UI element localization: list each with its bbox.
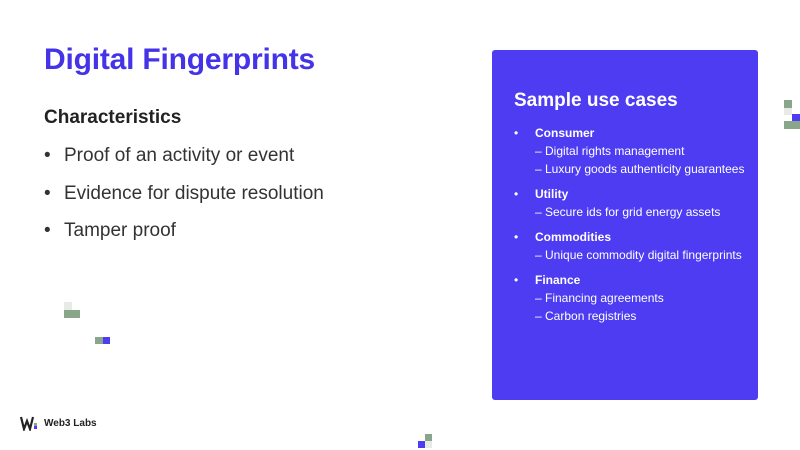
- use-case-detail: – Digital rights management: [535, 144, 685, 158]
- use-case-finance: Finance – Financing agreements – Carbon …: [514, 271, 750, 325]
- use-case-name: Finance: [535, 273, 581, 287]
- use-case-detail: – Carbon registries: [535, 309, 637, 323]
- use-case-name: Commodities: [535, 230, 612, 244]
- slide-title: Digital Fingerprints: [44, 43, 316, 76]
- use-case-utility: Utility – Secure ids for grid energy ass…: [514, 185, 750, 221]
- characteristic-item: Tamper proof: [44, 220, 324, 258]
- web3-labs-logo-icon: [20, 416, 37, 431]
- characteristics-heading: Characteristics: [44, 107, 182, 128]
- use-cases-list: Consumer – Digital rights management – L…: [514, 124, 750, 332]
- use-cases-heading: Sample use cases: [514, 90, 678, 111]
- characteristic-item: Evidence for dispute resolution: [44, 183, 324, 221]
- use-case-commodities: Commodities – Unique commodity digital f…: [514, 228, 750, 264]
- use-case-detail: – Luxury goods authenticity guarantees: [535, 162, 745, 176]
- characteristics-list: Proof of an activity or event Evidence f…: [44, 145, 324, 258]
- use-case-detail: – Financing agreements: [535, 291, 664, 305]
- brand-name: Web3 Labs: [44, 417, 97, 429]
- use-cases-panel: Sample use cases Consumer – Digital righ…: [492, 50, 758, 400]
- characteristic-item: Proof of an activity or event: [44, 145, 324, 183]
- slide: Digital Fingerprints Characteristics Pro…: [0, 0, 800, 450]
- use-case-detail: – Unique commodity digital fingerprints: [535, 248, 742, 262]
- use-case-detail: – Secure ids for grid energy assets: [535, 205, 721, 219]
- use-case-name: Consumer: [535, 126, 595, 140]
- use-case-name: Utility: [535, 187, 569, 201]
- brand-logo: Web3 Labs: [20, 415, 97, 431]
- use-case-consumer: Consumer – Digital rights management – L…: [514, 124, 750, 178]
